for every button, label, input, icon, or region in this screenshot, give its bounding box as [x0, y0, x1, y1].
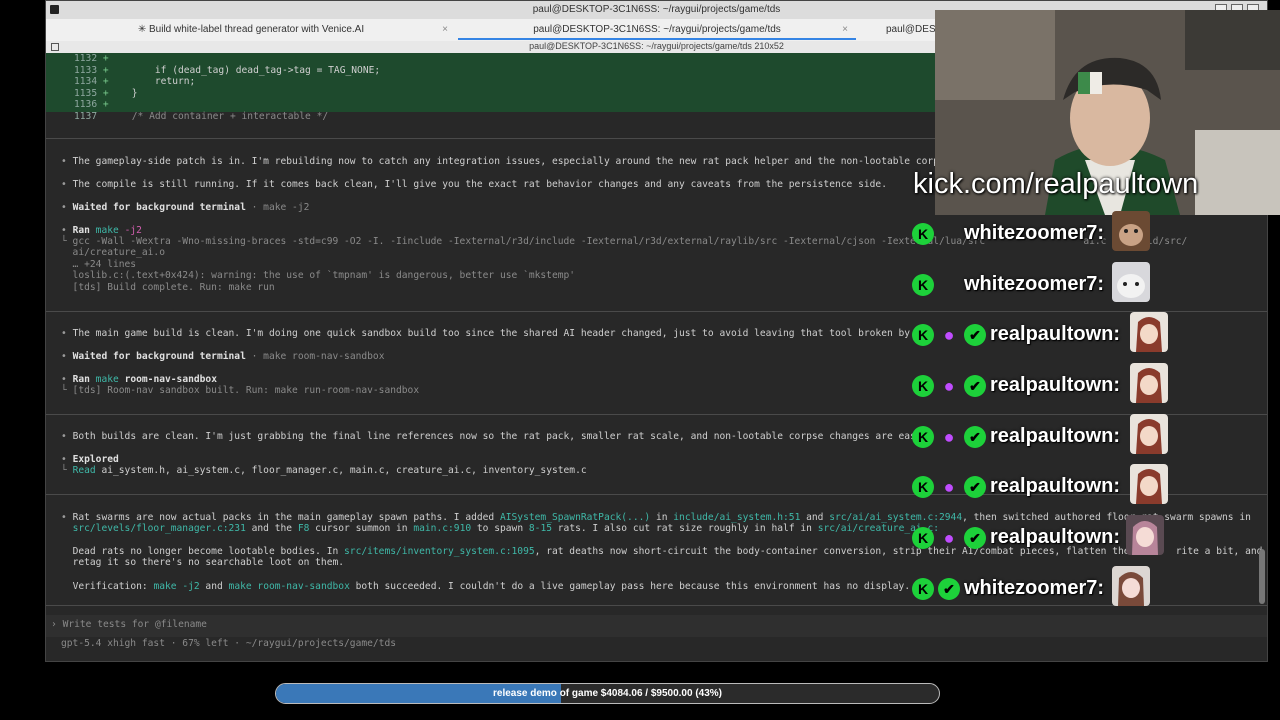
- verified-icon: ✔: [964, 426, 986, 448]
- wait-line: • Waited for background terminal · make …: [61, 351, 385, 362]
- tab-label: paul@DESKTOP-3C1N6SS: ~/raygui/projects/…: [533, 24, 781, 35]
- divider: [46, 311, 1267, 312]
- diff-line: 1135 + }: [74, 87, 138, 99]
- kick-badge-icon: K: [912, 476, 934, 498]
- diff-line: 1132 +: [74, 53, 109, 64]
- message-line: • The main game build is clean. I'm doin…: [61, 328, 934, 339]
- verification-line: Verification: make -j2 and make room-nav…: [72, 581, 911, 592]
- output-line: [tds] Build complete. Run: make run: [61, 282, 275, 293]
- kick-badge-icon: K: [912, 426, 934, 448]
- mic-icon: ●: [943, 528, 955, 548]
- scrollbar[interactable]: [1259, 549, 1265, 604]
- diff-line: 1137 /* Add container + interactable */: [74, 110, 329, 122]
- message-line: • The gameplay-side patch is in. I'm reb…: [61, 156, 951, 167]
- verified-icon: ✔: [964, 527, 986, 549]
- avatar: [1112, 211, 1150, 251]
- avatar: [1112, 262, 1150, 302]
- avatar: [1130, 363, 1168, 403]
- kick-url-overlay: kick.com/realpaultown: [913, 168, 1199, 200]
- tab-label: ✳ Build white-label thread generator wit…: [137, 24, 365, 35]
- output-line: └ [tds] Room-nav sandbox built. Run: mak…: [61, 385, 420, 396]
- tab-close-icon[interactable]: ×: [842, 19, 848, 40]
- diff-line: 1133 + if (dead_tag) dead_tag->tag = TAG…: [74, 64, 381, 76]
- wait-line: • Waited for background terminal · make …: [61, 202, 310, 213]
- chat-username: realpaultown:: [990, 526, 1121, 548]
- tab-tds-terminal[interactable]: paul@DESKTOP-3C1N6SS: ~/raygui/projects/…: [458, 19, 856, 40]
- chat-username: realpaultown:: [990, 323, 1121, 345]
- goal-label: release demo of game $4084.06 / $9500.00…: [492, 688, 723, 699]
- chat-username: whitezoomer7:: [964, 273, 1105, 295]
- divider: [46, 414, 1267, 415]
- verified-icon: ✔: [964, 324, 986, 346]
- donation-goal-bar: release demo of game $4084.06 / $9500.00…: [275, 683, 940, 704]
- kick-badge-icon: K: [912, 324, 934, 346]
- avatar: [1126, 515, 1164, 555]
- avatar: [1130, 312, 1168, 352]
- kick-badge-icon: K: [912, 375, 934, 397]
- message-line: • The compile is still running. If it co…: [61, 179, 887, 190]
- read-line: └ Read ai_system.h, ai_system.c, floor_m…: [61, 465, 587, 476]
- tab-venice-thread[interactable]: ✳ Build white-label thread generator wit…: [46, 19, 456, 40]
- summary-line: src/levels/floor_manager.c:231 and the F…: [72, 523, 939, 534]
- chat-username: whitezoomer7:: [964, 222, 1105, 244]
- output-line: ai/creature_ai.o: [61, 247, 165, 258]
- chat-username: whitezoomer7:: [964, 577, 1105, 599]
- verified-icon: ✔: [964, 476, 986, 498]
- verified-icon: ✔: [938, 578, 960, 600]
- kick-badge-icon: K: [912, 527, 934, 549]
- avatar: [1130, 464, 1168, 504]
- verified-icon: ✔: [964, 375, 986, 397]
- kick-badge-icon: K: [912, 274, 934, 296]
- tab-close-icon[interactable]: ×: [442, 19, 448, 40]
- prompt-input[interactable]: › Write tests for @filename: [51, 619, 207, 631]
- mic-icon: ●: [943, 477, 955, 497]
- diff-line: 1136 +: [74, 99, 109, 110]
- message-line: • Both builds are clean. I'm just grabbi…: [61, 431, 922, 442]
- chat-username: realpaultown:: [990, 374, 1121, 396]
- chat-username: realpaultown:: [990, 475, 1121, 497]
- chat-username: realpaultown:: [990, 425, 1121, 447]
- summary-line: retag it so there's no searchable loot o…: [72, 557, 345, 568]
- mic-icon: ●: [943, 325, 955, 345]
- avatar: [1112, 566, 1150, 606]
- kick-badge-icon: K: [912, 578, 934, 600]
- mic-icon: ●: [943, 427, 955, 447]
- divider: [46, 605, 1267, 606]
- kick-badge-icon: K: [912, 223, 934, 245]
- diff-line: 1134 + return;: [74, 76, 196, 87]
- prompt-box[interactable]: [46, 615, 1267, 637]
- tab-label: paul@DESK: [886, 24, 943, 35]
- mic-icon: ●: [943, 376, 955, 396]
- avatar: [1130, 414, 1168, 454]
- status-line: gpt-5.4 xhigh fast · 67% left · ~/raygui…: [61, 638, 397, 649]
- output-line: loslib.c:(.text+0x424): warning: the use…: [61, 270, 576, 281]
